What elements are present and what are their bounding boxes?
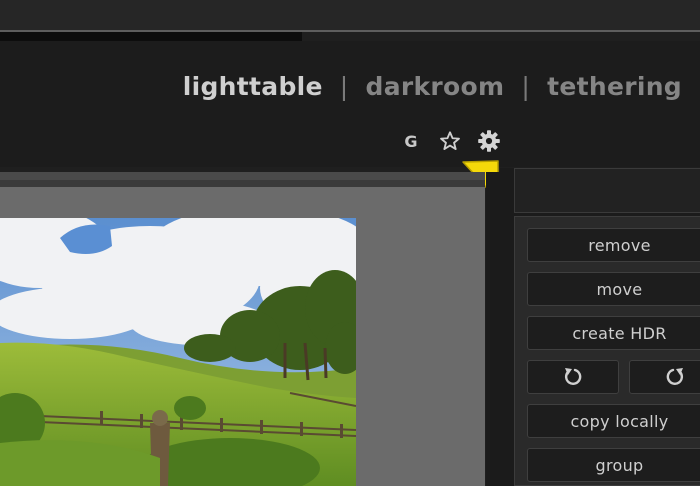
rotate-ccw-icon [562, 366, 584, 388]
filmstrip-progress-bar [0, 32, 302, 41]
move-button[interactable]: move [527, 272, 700, 306]
rotate-cw-icon [664, 366, 686, 388]
view-tethering[interactable]: tethering [547, 72, 682, 101]
right-panel-header [514, 168, 700, 213]
header-area [0, 41, 700, 167]
rotate-ccw-button[interactable] [527, 360, 619, 394]
copy-locally-button[interactable]: copy locally [527, 404, 700, 438]
panel-divider [486, 172, 500, 486]
top-toolbar: G [402, 127, 502, 155]
view-switcher: lighttable | darkroom | tethering [183, 70, 682, 102]
view-darkroom[interactable]: darkroom [366, 72, 505, 101]
remove-button[interactable]: remove [527, 228, 700, 262]
star-icon[interactable] [438, 129, 462, 153]
view-separator: | [339, 71, 349, 101]
grouping-icon[interactable]: G [402, 129, 420, 153]
gear-icon[interactable] [476, 128, 502, 154]
view-separator: | [521, 71, 531, 101]
rotate-cw-button[interactable] [629, 360, 700, 394]
view-lighttable[interactable]: lighttable [183, 72, 323, 101]
window-top-bar [0, 0, 700, 30]
image-thumbnail[interactable] [0, 218, 356, 486]
create-hdr-button[interactable]: create HDR [527, 316, 700, 350]
center-view-top-strip [0, 180, 485, 187]
group-button[interactable]: group [527, 448, 700, 482]
